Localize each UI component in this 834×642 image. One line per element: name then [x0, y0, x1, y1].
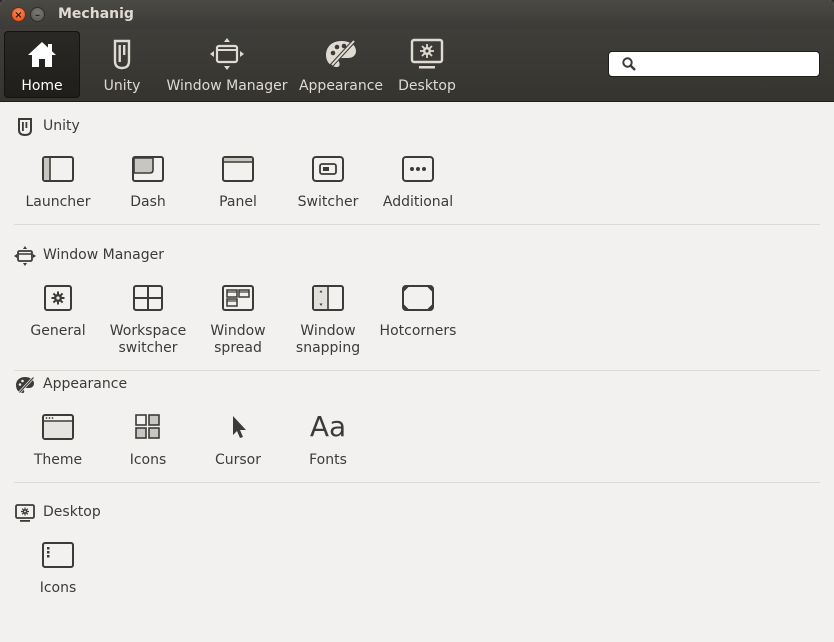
section-divider	[14, 482, 820, 483]
toolbar-unity[interactable]: Unity	[86, 31, 158, 98]
item-fonts-label: Fonts	[309, 452, 347, 468]
panel-icon	[222, 156, 254, 182]
minimize-icon: –	[35, 10, 40, 21]
theme-icon	[42, 414, 74, 440]
toolbar-home-label: Home	[21, 78, 63, 94]
fonts-icon: Aa	[309, 410, 347, 443]
toolbar-desktop[interactable]: Desktop	[394, 31, 460, 98]
toolbar-desktop-label: Desktop	[398, 78, 456, 94]
main-toolbar: Home Unity Window Manager Appearance Des…	[0, 29, 834, 102]
cursor-icon	[233, 416, 246, 438]
section-desktop-title: Desktop	[43, 504, 101, 520]
launcher-icon	[42, 156, 74, 182]
close-button[interactable]: ×	[11, 7, 26, 22]
minimize-button[interactable]: –	[30, 7, 45, 22]
desktop-icons-icon	[42, 542, 74, 568]
window-manager-icon	[210, 38, 244, 70]
section-unity-title: Unity	[43, 118, 80, 134]
unity-icon	[18, 118, 32, 137]
section-window-manager-title: Window Manager	[43, 247, 165, 263]
section-appearance-title: Appearance	[43, 376, 128, 392]
switcher-icon	[312, 156, 344, 182]
window-title: Mechanig	[58, 6, 134, 22]
icons-grid-icon	[135, 414, 160, 439]
search-input[interactable]	[643, 54, 813, 74]
appearance-icon	[326, 38, 357, 68]
window-snapping-icon	[312, 285, 344, 311]
unity-icon	[113, 39, 131, 70]
search-box[interactable]	[608, 51, 820, 77]
app-window: × – Mechanig Home Unity Window Manager A…	[0, 0, 834, 642]
toolbar-home[interactable]: Home	[4, 31, 80, 98]
toolbar-unity-label: Unity	[103, 78, 141, 94]
workspace-switcher-icon	[133, 285, 163, 311]
title-bar: × – Mechanig	[0, 0, 834, 29]
item-hotcorners-label: Hotcorners	[379, 323, 457, 339]
toolbar-window-manager-label: Window Manager	[166, 78, 288, 94]
window-spread-icon	[222, 285, 254, 311]
section-divider	[14, 370, 820, 371]
window-manager-icon	[14, 246, 36, 266]
desktop-icon	[410, 38, 444, 69]
toolbar-window-manager[interactable]: Window Manager	[166, 31, 288, 98]
item-additional-label: Additional	[382, 194, 454, 210]
hotcorners-icon	[402, 285, 434, 311]
desktop-icon	[15, 504, 35, 522]
additional-icon	[402, 156, 434, 182]
close-icon: ×	[14, 10, 23, 21]
toolbar-appearance-label: Appearance	[298, 78, 384, 94]
home-icon	[28, 42, 56, 67]
item-desktop-icons-label: Icons	[39, 580, 77, 596]
section-divider	[14, 224, 820, 225]
dash-icon	[132, 156, 164, 182]
general-icon	[44, 285, 72, 311]
search-icon	[622, 57, 636, 71]
appearance-icon	[16, 376, 35, 394]
toolbar-appearance[interactable]: Appearance	[296, 31, 386, 98]
